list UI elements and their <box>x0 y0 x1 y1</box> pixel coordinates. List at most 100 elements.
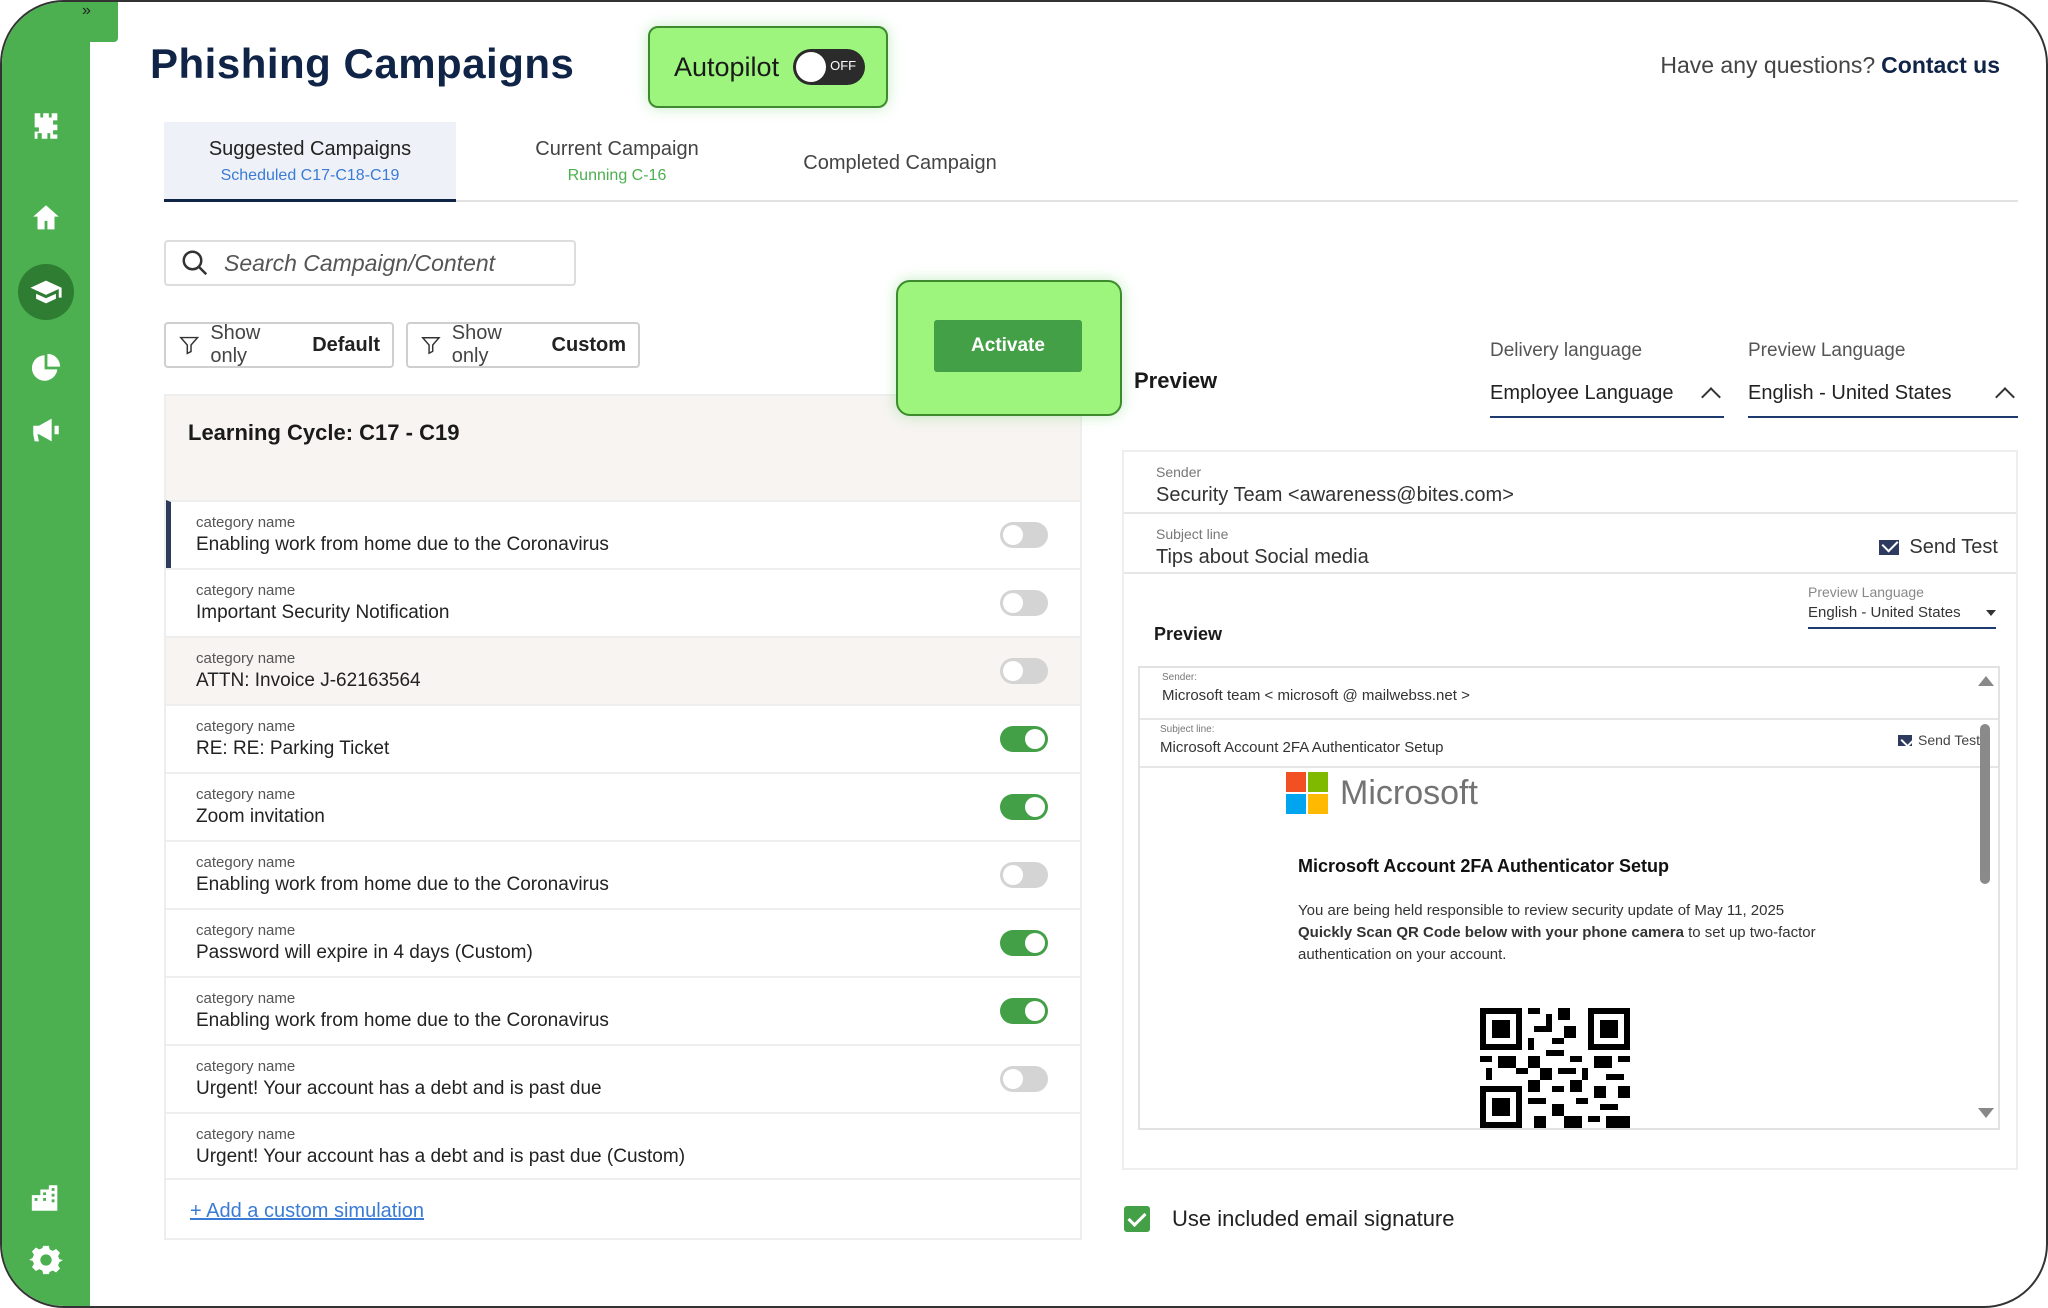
signature-checkbox[interactable] <box>1124 1206 1150 1232</box>
send-test-button[interactable]: Send Test <box>1879 536 1998 559</box>
campaign-name: Urgent! Your account has a debt and is p… <box>196 1078 602 1099</box>
campaign-name: Password will expire in 4 days (Custom) <box>196 942 533 963</box>
filter-value: Default <box>312 333 380 356</box>
filter-prefix: Show only <box>210 322 261 367</box>
envelope-icon <box>1897 734 1912 746</box>
autopilot-control: Autopilot OFF <box>648 26 888 108</box>
campaign-toggle[interactable] <box>1000 862 1048 888</box>
home-icon[interactable] <box>20 192 72 244</box>
logo-icon[interactable] <box>20 100 72 152</box>
autopilot-label: Autopilot <box>674 51 780 82</box>
filter-default-button[interactable]: Show only Default <box>164 322 394 368</box>
campaign-list-panel: Learning Cycle: C17 - C19 category name … <box>164 394 1082 1240</box>
campaign-row[interactable]: category name Enabling work from home du… <box>166 500 1080 568</box>
campaign-toggle[interactable] <box>1000 590 1048 616</box>
email-signature-option[interactable]: Use included email signature <box>1124 1206 1455 1232</box>
add-custom-simulation-link[interactable]: + Add a custom simulation <box>190 1200 424 1223</box>
microsoft-logo: Microsoft <box>1286 772 1478 814</box>
campaign-row[interactable]: category name Enabling work from home du… <box>166 840 1080 908</box>
toggle-knob <box>1025 797 1045 817</box>
contact-us-link[interactable]: Contact us <box>1881 52 2000 78</box>
autopilot-toggle[interactable]: OFF <box>793 49 866 85</box>
buildings-icon[interactable] <box>20 1172 72 1224</box>
filter-custom-button[interactable]: Show only Custom <box>406 322 640 368</box>
qr-code <box>1480 1008 1630 1128</box>
campaign-row[interactable]: category name Password will expire in 4 … <box>166 908 1080 976</box>
mail-sender-value: Microsoft team < microsoft @ mailwebss.n… <box>1162 687 1470 704</box>
campaign-toggle[interactable] <box>1000 726 1048 752</box>
app-window: » Phishing Campaigns Autopilot OFF Have … <box>0 0 2048 1308</box>
toggle-knob <box>1003 865 1023 885</box>
mail-subject-label: Subject line: <box>1160 724 1215 735</box>
selected-value: English - United States <box>1808 604 1961 621</box>
mail-body: You are being held responsible to review… <box>1298 900 1828 966</box>
preview-language-value[interactable]: English - United States <box>1748 382 2018 418</box>
gear-icon[interactable] <box>20 1234 72 1286</box>
category-label: category name <box>196 1058 296 1075</box>
search-input[interactable] <box>224 249 564 277</box>
campaign-name: ATTN: Invoice J-62163564 <box>196 670 421 691</box>
subject-field: Subject line Tips about Social media Sen… <box>1124 514 2016 574</box>
mail-subject-value: Microsoft Account 2FA Authenticator Setu… <box>1160 739 1444 756</box>
pie-chart-icon[interactable] <box>20 342 72 394</box>
delivery-language-select[interactable]: Delivery language Employee Language <box>1490 340 1724 418</box>
campaign-row[interactable]: category name RE: RE: Parking Ticket <box>166 704 1080 772</box>
campaign-toggle[interactable] <box>1000 930 1048 956</box>
megaphone-icon[interactable] <box>20 404 72 456</box>
campaign-toggle[interactable] <box>1000 522 1048 548</box>
activate-button[interactable]: Activate <box>934 320 1082 372</box>
toggle-knob <box>1025 729 1045 749</box>
search-box <box>164 240 576 286</box>
mail-sender-field: Sender: Microsoft team < microsoft @ mai… <box>1140 668 1998 720</box>
mail-subject-field: Subject line: Microsoft Account 2FA Auth… <box>1140 720 1998 768</box>
brand-name: Microsoft <box>1340 773 1478 812</box>
help-question: Have any questions? <box>1660 52 1876 78</box>
campaign-toggle[interactable] <box>1000 1066 1048 1092</box>
email-render: Sender: Microsoft team < microsoft @ mai… <box>1138 666 2000 1130</box>
tab-completed-campaign[interactable]: Completed Campaign <box>740 122 1060 202</box>
selected-value: Employee Language <box>1490 382 1674 404</box>
tab-label: Completed Campaign <box>803 152 997 174</box>
tab-current-campaign[interactable]: Current Campaign Running C-16 <box>482 122 752 202</box>
campaign-toggle[interactable] <box>1000 998 1048 1024</box>
category-label: category name <box>196 990 296 1007</box>
scroll-up-icon[interactable] <box>1978 676 1994 686</box>
mail-send-test-button[interactable]: Send Test <box>1897 732 1980 748</box>
preview-language-select[interactable]: Preview Language English - United States <box>1748 340 2018 418</box>
campaign-toggle[interactable] <box>1000 794 1048 820</box>
filter-icon <box>179 336 200 355</box>
filter-icon <box>421 337 441 355</box>
sidebar <box>2 2 90 1306</box>
campaign-name: Zoom invitation <box>196 806 325 827</box>
inner-language-value[interactable]: English - United States <box>1808 604 1996 629</box>
microsoft-squares-icon <box>1286 772 1328 814</box>
campaign-row[interactable]: category name Enabling work from home du… <box>166 976 1080 1044</box>
inner-preview-language-select[interactable]: Preview Language English - United States <box>1808 584 1996 629</box>
graduation-cap-icon[interactable] <box>18 264 74 320</box>
campaign-tabs: Suggested Campaigns Scheduled C17-C18-C1… <box>164 122 2018 202</box>
preview-language-label: Preview Language <box>1748 340 1906 361</box>
campaign-row[interactable]: category name ATTN: Invoice J-62163564 <box>166 636 1080 704</box>
tab-sublabel: Running C-16 <box>567 167 667 184</box>
inner-language-label: Preview Language <box>1808 584 1924 600</box>
campaign-name: Enabling work from home due to the Coron… <box>196 874 609 895</box>
scrollbar-thumb[interactable] <box>1980 724 1990 884</box>
category-label: category name <box>196 786 296 803</box>
campaign-toggle[interactable] <box>1000 658 1048 684</box>
scroll-down-icon[interactable] <box>1978 1108 1994 1118</box>
delivery-language-label: Delivery language <box>1490 340 1643 361</box>
toggle-knob <box>796 52 827 82</box>
autopilot-state: OFF <box>830 58 857 73</box>
category-label: category name <box>196 718 296 735</box>
mail-body-line: You are being held responsible to review… <box>1298 902 1785 919</box>
toggle-knob <box>1003 593 1023 613</box>
tab-label: Current Campaign <box>535 138 699 160</box>
campaign-row[interactable]: category name Zoom invitation <box>166 772 1080 840</box>
delivery-language-value[interactable]: Employee Language <box>1490 382 1724 418</box>
expand-sidebar-icon[interactable]: » <box>82 2 118 42</box>
mail-heading: Microsoft Account 2FA Authenticator Setu… <box>1298 856 1670 876</box>
campaign-row[interactable]: category name Important Security Notific… <box>166 568 1080 636</box>
campaign-row[interactable]: category name Urgent! Your account has a… <box>166 1044 1080 1112</box>
campaign-row[interactable]: category name Urgent! Your account has a… <box>166 1112 1080 1180</box>
tab-suggested-campaigns[interactable]: Suggested Campaigns Scheduled C17-C18-C1… <box>164 122 456 202</box>
